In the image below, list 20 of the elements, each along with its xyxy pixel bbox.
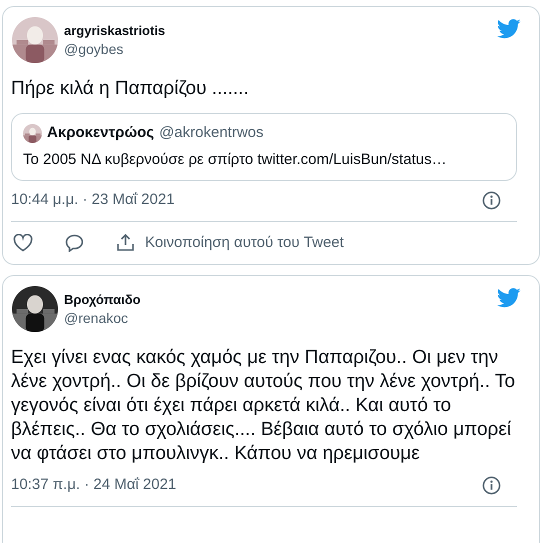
info-icon[interactable] (482, 476, 501, 495)
quoted-tweet[interactable]: Ακροκεντρώος @akrokentrwos Το 2005 ΝΔ κυβερνούσε ρε σπίρτο twitter.com/LuisBun/status… (11, 113, 517, 181)
share-icon (116, 233, 135, 252)
bird-icon[interactable] (497, 288, 521, 308)
bird-icon[interactable] (497, 19, 521, 39)
share-link[interactable]: Κοινοποίηση αυτού του Tweet (116, 232, 344, 254)
timestamp[interactable]: 10:37 π.μ. · 24 Μαΐ 2021 (11, 474, 176, 496)
user-handle[interactable]: @renakoc (64, 309, 491, 327)
quoted-text: Το 2005 ΝΔ κυβερνούσε ρε σπίρτο twitter.com/LuisBun/status… (23, 150, 448, 170)
display-name[interactable]: argyriskastriotis (64, 22, 491, 40)
tweet-text: Εχει γίνει ενας κακός χαμός με την Παπαριζου.. Οι μεν την λένε χοντρή.. Οι δε βρίζουν αυτούς που την λένε χοντρή.. Το γεγονός είναι ότι έχει πάρει αρκετά κιλά.. Και αυτό το βλέπεις.. Θα το σχολιάσεις.... Βέβαια αυτό το σχόλιο μπορεί να φτάσει στο μπουλινγκ.. Κάπου να ηρεμισουμε (11, 346, 516, 466)
tweet-text: Πήρε κιλά η Παπαρίζου ....... (11, 77, 250, 101)
comment-icon[interactable] (65, 234, 84, 252)
display-name: Ακροκεντρώος (47, 123, 154, 143)
info-icon[interactable] (482, 190, 501, 210)
heart-icon[interactable] (13, 234, 33, 252)
display-name[interactable]: Βροχόπαιδο (64, 291, 491, 309)
user-handle[interactable]: @goybes (64, 40, 491, 58)
user-handle: @akrokentrwos (159, 123, 264, 143)
timestamp[interactable]: 10:44 μ.μ. · 23 Μαΐ 2021 (11, 189, 175, 212)
